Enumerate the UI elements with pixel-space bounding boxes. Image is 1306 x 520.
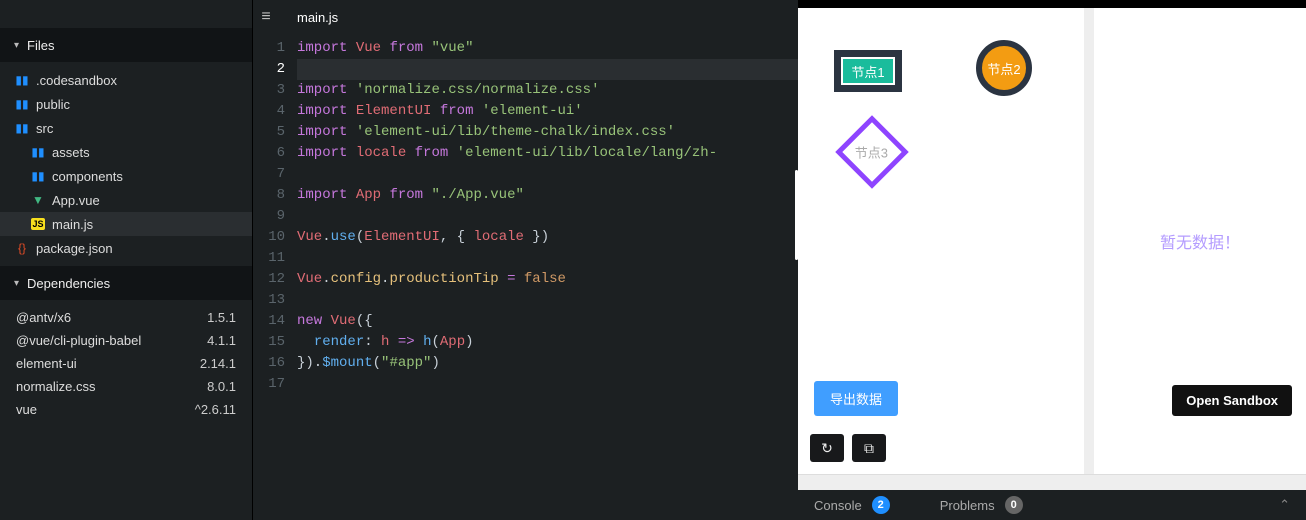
deps-panel-header[interactable]: ▾ Dependencies <box>0 266 252 300</box>
console-count-badge: 2 <box>872 496 890 514</box>
dep-name: vue <box>16 402 37 417</box>
node-circle[interactable]: 节点2 <box>976 40 1032 96</box>
js-icon: JS <box>30 218 46 230</box>
code-line[interactable] <box>297 59 798 80</box>
code-line[interactable] <box>297 206 798 227</box>
files-panel-header[interactable]: ▾ Files <box>0 28 252 62</box>
chevron-up-icon[interactable]: ⌃ <box>1279 497 1290 513</box>
file-row[interactable]: ▮▮ public <box>0 92 252 116</box>
hamburger-icon[interactable]: ≡ <box>253 8 279 26</box>
folder-icon: ▮▮ <box>30 169 46 183</box>
code-line[interactable]: render: h => h(App) <box>297 332 798 353</box>
chevron-down-icon: ▾ <box>14 278 19 289</box>
console-tab[interactable]: Console <box>814 498 862 513</box>
open-sandbox-button[interactable]: Open Sandbox <box>1172 385 1292 416</box>
problems-tab[interactable]: Problems <box>940 498 995 513</box>
dependency-row[interactable]: @vue/cli-plugin-babel 4.1.1 <box>0 329 252 352</box>
open-window-button[interactable]: ⧉ <box>852 434 886 462</box>
folder-icon: ▮▮ <box>14 97 30 111</box>
dep-name: normalize.css <box>16 379 95 394</box>
dependencies-list: @antv/x6 1.5.1 @vue/cli-plugin-babel 4.1.1 e… <box>0 300 252 427</box>
line-gutter: 1234567891011121314151617 <box>253 34 297 520</box>
folder-icon: ▮▮ <box>14 121 30 135</box>
file-row[interactable]: ▮▮ .codesandbox <box>0 68 252 92</box>
code-line[interactable] <box>297 374 798 395</box>
folder-icon: ▮▮ <box>14 73 30 87</box>
file-name: src <box>36 121 53 136</box>
file-name: assets <box>52 145 90 160</box>
file-name: components <box>52 169 123 184</box>
sidebar: ▾ Files ▮▮ .codesandbox ▮▮ public ▮▮ src ▮▮ ass… <box>0 0 252 520</box>
dep-version: 1.5.1 <box>207 310 236 325</box>
dep-name: element-ui <box>16 356 77 371</box>
reload-button[interactable]: ↻ <box>810 434 844 462</box>
deps-header-label: Dependencies <box>27 276 110 291</box>
code-line[interactable]: Vue.config.productionTip = false <box>297 269 798 290</box>
node-rect-label: 节点1 <box>851 62 884 81</box>
vue-icon: ▼ <box>30 193 46 207</box>
dep-version: 4.1.1 <box>207 333 236 348</box>
dep-version: 8.0.1 <box>207 379 236 394</box>
chevron-down-icon: ▾ <box>14 40 19 51</box>
node-diamond[interactable]: 节点3 <box>835 115 909 189</box>
editor-pane: ≡ main.js 1234567891011121314151617 impo… <box>252 0 798 520</box>
code-line[interactable] <box>297 164 798 185</box>
code-area[interactable]: 1234567891011121314151617 import Vue fro… <box>253 34 798 520</box>
dep-name: @vue/cli-plugin-babel <box>16 333 141 348</box>
folder-icon: ▮▮ <box>30 145 46 159</box>
dep-name: @antv/x6 <box>16 310 71 325</box>
node-circle-label: 节点2 <box>987 59 1020 78</box>
dep-version: 2.14.1 <box>200 356 236 371</box>
file-name: .codesandbox <box>36 73 117 88</box>
dependency-row[interactable]: @antv/x6 1.5.1 <box>0 306 252 329</box>
code-lines[interactable]: import Vue from "vue" import 'normalize.… <box>297 34 798 520</box>
json-icon: {} <box>14 241 30 255</box>
graph-canvas[interactable]: 节点1 节点2 节点3 导出数据 ↻ ⧉ <box>798 8 1084 474</box>
code-line[interactable]: }).$mount("#app") <box>297 353 798 374</box>
dependency-row[interactable]: vue ^2.6.11 <box>0 398 252 421</box>
file-row[interactable]: ▮▮ assets <box>0 140 252 164</box>
code-line[interactable]: import 'normalize.css/normalize.css' <box>297 80 798 101</box>
node-rect[interactable]: 节点1 <box>834 50 902 92</box>
code-line[interactable]: import ElementUI from 'element-ui' <box>297 101 798 122</box>
empty-text: 暂无数据！ <box>1160 229 1240 253</box>
export-button[interactable]: 导出数据 <box>814 381 898 416</box>
code-line[interactable]: import 'element-ui/lib/theme-chalk/index… <box>297 122 798 143</box>
file-tree: ▮▮ .codesandbox ▮▮ public ▮▮ src ▮▮ assets ▮▮ com… <box>0 62 252 266</box>
files-header-label: Files <box>27 38 54 53</box>
file-row[interactable]: ▼ App.vue <box>0 188 252 212</box>
file-row[interactable]: JS main.js <box>0 212 252 236</box>
file-name: main.js <box>52 217 93 232</box>
code-line[interactable] <box>297 248 798 269</box>
file-row[interactable]: ▮▮ src <box>0 116 252 140</box>
file-name: App.vue <box>52 193 100 208</box>
preview-footer: Console 2 Problems 0 ⌃ <box>798 490 1306 520</box>
code-line[interactable]: new Vue({ <box>297 311 798 332</box>
dependency-row[interactable]: normalize.css 8.0.1 <box>0 375 252 398</box>
problems-count-badge: 0 <box>1005 496 1023 514</box>
code-line[interactable]: import locale from 'element-ui/lib/local… <box>297 143 798 164</box>
preview-hscrollbar[interactable] <box>798 474 1306 490</box>
tab-main-js[interactable]: main.js <box>279 0 356 34</box>
editor-tabbar: ≡ main.js <box>253 0 798 34</box>
file-name: package.json <box>36 241 113 256</box>
code-line[interactable]: import App from "./App.vue" <box>297 185 798 206</box>
file-name: public <box>36 97 70 112</box>
code-line[interactable]: Vue.use(ElementUI, { locale }) <box>297 227 798 248</box>
code-line[interactable]: import Vue from "vue" <box>297 38 798 59</box>
file-row[interactable]: ▮▮ components <box>0 164 252 188</box>
dep-version: ^2.6.11 <box>195 402 236 417</box>
code-line[interactable] <box>297 290 798 311</box>
file-row[interactable]: {} package.json <box>0 236 252 260</box>
dependency-row[interactable]: element-ui 2.14.1 <box>0 352 252 375</box>
node-diamond-label: 节点3 <box>855 142 888 161</box>
preview-pane: 节点1 节点2 节点3 导出数据 ↻ ⧉ 暂无数据！ Open Sandbox <box>798 0 1306 520</box>
